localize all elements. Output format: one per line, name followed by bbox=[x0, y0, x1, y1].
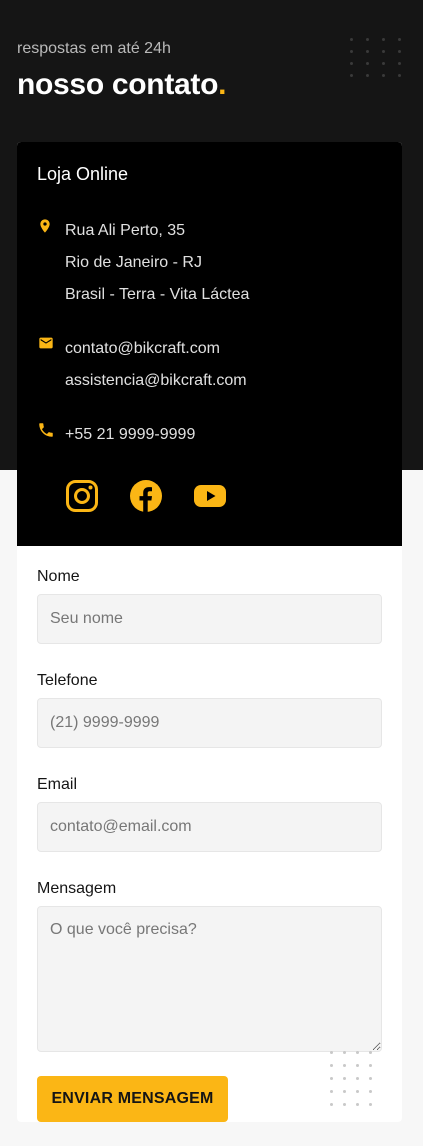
phone-icon bbox=[37, 419, 65, 451]
message-label: Mensagem bbox=[37, 880, 117, 897]
form-row-email: Email bbox=[37, 776, 382, 852]
address-line: Brasil - Terra - Vita Láctea bbox=[65, 286, 250, 303]
page-title-text: nosso contato bbox=[17, 68, 219, 101]
email-input[interactable] bbox=[37, 802, 382, 852]
form-row-phone: Telefone bbox=[37, 672, 382, 748]
phone-group: +55 21 9999-9999 bbox=[37, 419, 382, 451]
location-pin-icon bbox=[37, 215, 65, 311]
contact-card: Loja Online Rua Ali Perto, 35 Rio de Jan… bbox=[17, 142, 402, 1122]
email-group: contato@bikcraft.com assistencia@bikcraf… bbox=[37, 333, 382, 397]
submit-button[interactable]: Enviar Mensagem bbox=[37, 1076, 228, 1122]
phone-link[interactable]: +55 21 9999-9999 bbox=[65, 419, 195, 451]
contact-info-panel: Loja Online Rua Ali Perto, 35 Rio de Jan… bbox=[17, 142, 402, 546]
page-subtitle: respostas em até 24h bbox=[17, 40, 171, 57]
address-group: Rua Ali Perto, 35 Rio de Janeiro - RJ Br… bbox=[37, 215, 382, 311]
contact-form: Nome Telefone Email Mensagem Enviar Mens… bbox=[17, 546, 402, 1122]
phone-lines: +55 21 9999-9999 bbox=[65, 419, 195, 451]
address-lines: Rua Ali Perto, 35 Rio de Janeiro - RJ Br… bbox=[65, 215, 249, 311]
name-label: Nome bbox=[37, 568, 80, 585]
email-link[interactable]: assistencia@bikcraft.com bbox=[65, 365, 247, 397]
decorative-dots-bottom bbox=[330, 1051, 372, 1106]
email-lines: contato@bikcraft.com assistencia@bikcraf… bbox=[65, 333, 247, 397]
form-row-message: Mensagem bbox=[37, 880, 382, 1052]
instagram-icon[interactable] bbox=[65, 479, 99, 513]
page-header: respostas em até 24h nosso contato. bbox=[17, 40, 226, 102]
address-line: Rio de Janeiro - RJ bbox=[65, 254, 202, 271]
form-row-name: Nome bbox=[37, 568, 382, 644]
phone-input[interactable] bbox=[37, 698, 382, 748]
name-input[interactable] bbox=[37, 594, 382, 644]
mail-icon bbox=[37, 333, 65, 397]
title-accent-dot: . bbox=[218, 68, 227, 101]
email-label: Email bbox=[37, 776, 78, 793]
phone-label: Telefone bbox=[37, 672, 98, 689]
email-link[interactable]: contato@bikcraft.com bbox=[65, 333, 247, 365]
message-textarea[interactable] bbox=[37, 906, 382, 1052]
decorative-dots-top bbox=[350, 38, 401, 77]
social-links bbox=[37, 479, 382, 513]
page-title: nosso contato. bbox=[17, 68, 226, 102]
facebook-icon[interactable] bbox=[129, 479, 163, 513]
address-line: Rua Ali Perto, 35 bbox=[65, 222, 186, 239]
youtube-icon[interactable] bbox=[193, 479, 227, 513]
info-heading: Loja Online bbox=[37, 164, 129, 184]
